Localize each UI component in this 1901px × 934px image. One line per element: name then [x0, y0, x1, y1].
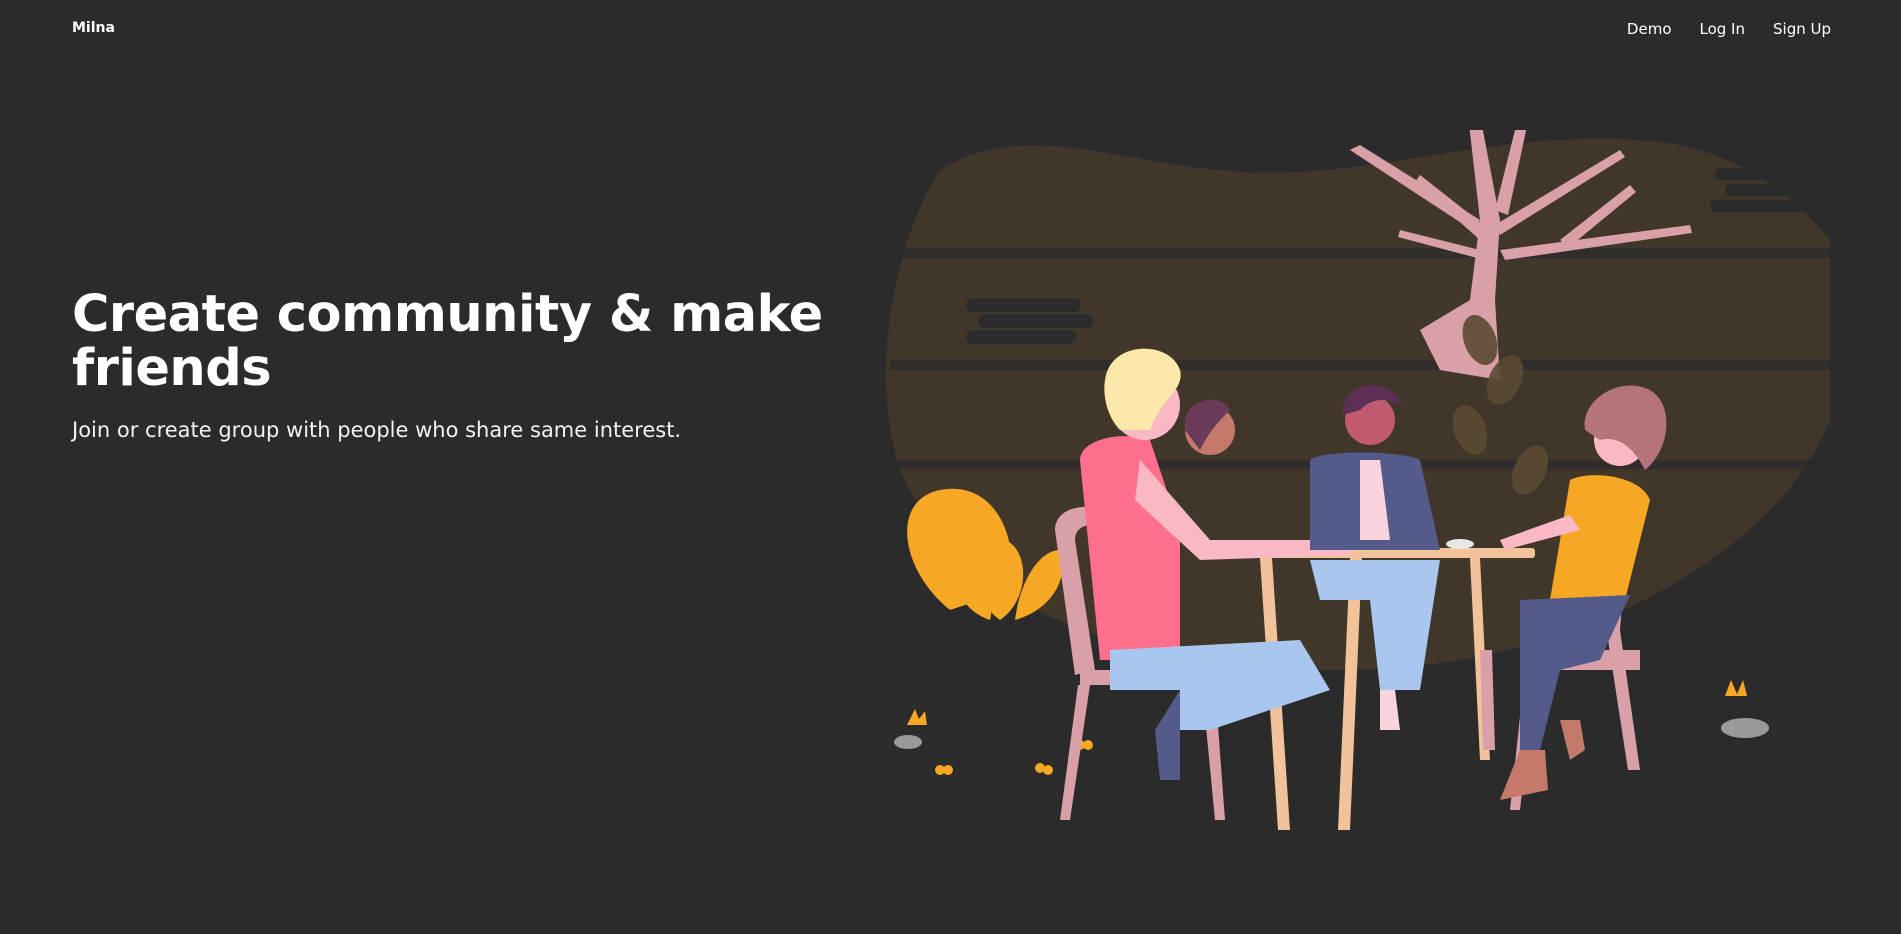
blob-stripe-2: [890, 360, 1830, 370]
cloud-right: [1710, 168, 1815, 212]
landing-page: Milna Demo Log In Sign Up Create communi…: [0, 0, 1901, 934]
hero-section: Create community & make friends Join or …: [72, 285, 832, 443]
hero-subtitle: Join or create group with people who sha…: [72, 418, 682, 442]
nav-demo-link[interactable]: Demo: [1627, 20, 1672, 38]
nav-login-link[interactable]: Log In: [1700, 20, 1746, 38]
person-purple-hair: [1184, 399, 1235, 455]
hero-title: Create community & make friends: [72, 285, 823, 398]
blob-stripe-1: [890, 248, 1830, 258]
cup-right: [1446, 539, 1474, 549]
rock-left: [894, 735, 922, 749]
brand-logo-link[interactable]: Milna: [72, 20, 115, 36]
top-nav: Demo Log In Sign Up: [1627, 20, 1831, 38]
nav-signup-link[interactable]: Sign Up: [1773, 20, 1831, 38]
rock-right: [1721, 718, 1769, 738]
friends-at-cafe-table-illustration: [885, 130, 1830, 830]
cloud-left: [966, 298, 1093, 344]
